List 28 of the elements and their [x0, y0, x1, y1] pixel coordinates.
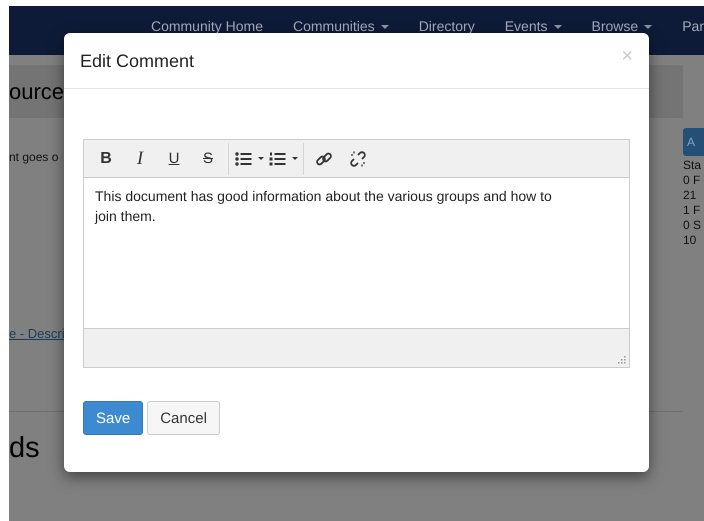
cancel-button[interactable]: Cancel: [147, 401, 220, 435]
nav-link[interactable]: Par: [682, 19, 704, 33]
bold-button[interactable]: B: [89, 144, 123, 174]
bulleted-list-icon: [234, 152, 252, 166]
stat-text: Sta: [683, 158, 702, 173]
broken-link-icon: [349, 150, 367, 168]
nav-link[interactable]: Community Home: [150, 19, 263, 33]
body-text: nt goes o: [9, 150, 58, 164]
page-title: ource: [9, 78, 64, 104]
italic-button[interactable]: I: [123, 144, 157, 174]
stat-text: 0 S: [683, 218, 702, 233]
nav-link[interactable]: Communities: [292, 19, 389, 33]
dialog-title: Edit Comment: [80, 51, 194, 72]
link-icon: [315, 150, 333, 168]
save-button[interactable]: Save: [83, 401, 144, 435]
underline-button[interactable]: U: [157, 144, 191, 174]
stat-text: 10: [683, 233, 698, 248]
stat-text: 1 F: [683, 203, 702, 218]
nav-link[interactable]: Events: [504, 19, 562, 33]
strikethrough-button[interactable]: S: [191, 144, 225, 174]
section-title: ds: [9, 432, 40, 464]
nav-link[interactable]: Browse: [592, 19, 652, 33]
stat-text: 21: [683, 188, 698, 203]
resize-grip-icon[interactable]: [618, 356, 626, 364]
nav-link[interactable]: Directory: [418, 19, 475, 33]
numbered-list-icon: [268, 152, 286, 166]
stat-text: 0 F: [683, 173, 702, 188]
comment-text[interactable]: This document has good information about the various groups and how to join them.: [84, 178, 629, 328]
